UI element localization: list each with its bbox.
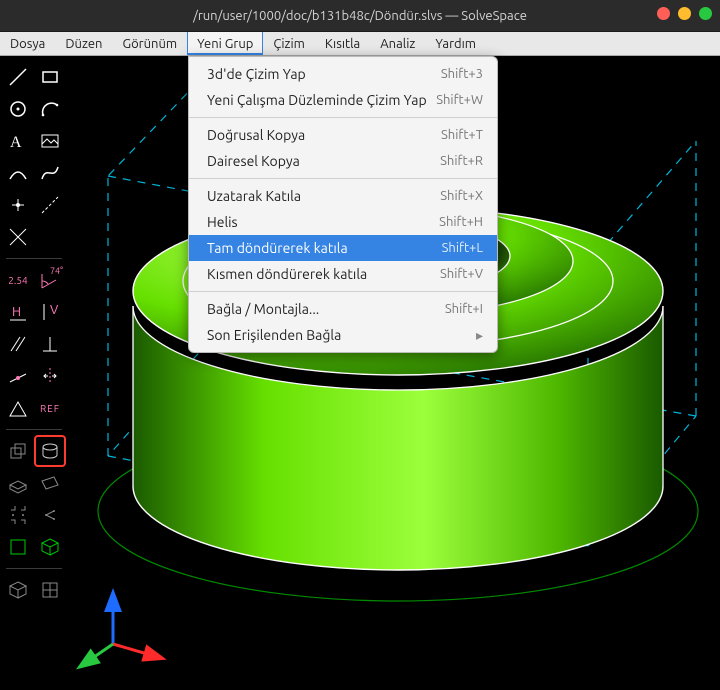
ref-label: REF — [40, 403, 60, 414]
menu-bar: Dosya Düzen Görünüm Yeni Grup Çizim Kısı… — [0, 32, 720, 56]
svg-text:H: H — [12, 305, 21, 319]
dd-linear-copy[interactable]: Doğrusal Kopya Shift+T — [189, 122, 497, 148]
svg-text:A: A — [10, 134, 22, 151]
tool-bezier[interactable] — [35, 158, 65, 188]
toolbar-separator-1 — [6, 258, 62, 259]
tool-isometric[interactable] — [3, 575, 33, 605]
tool-horiz[interactable]: H — [3, 297, 33, 327]
tool-ortho[interactable] — [35, 575, 65, 605]
dd-extrude[interactable]: Uzatarak Katıla Shift+X — [189, 183, 497, 209]
dd-revolve-full[interactable]: Tam döndürerek katıla Shift+L — [189, 235, 497, 261]
tool-text[interactable]: A — [3, 126, 33, 156]
tool-split[interactable] — [3, 222, 33, 252]
toolbar-separator-2 — [6, 429, 62, 430]
tool-line[interactable] — [3, 62, 33, 92]
dd-sep-1 — [189, 117, 497, 118]
toolbar-separator-3 — [6, 568, 62, 569]
maximize-icon[interactable] — [699, 7, 712, 20]
close-icon[interactable] — [657, 7, 670, 20]
tool-rect[interactable] — [35, 62, 65, 92]
menu-file[interactable]: Dosya — [0, 32, 55, 55]
tool-parallel[interactable] — [3, 329, 33, 359]
dd-sep-2 — [189, 178, 497, 179]
menu-analyze[interactable]: Analiz — [370, 32, 425, 55]
tool-step-rotate[interactable] — [35, 500, 65, 530]
tool-dim-angle[interactable]: 74° — [35, 265, 65, 295]
tool-empty1 — [35, 222, 65, 252]
dd-helix[interactable]: Helis Shift+H — [189, 209, 497, 235]
tool-view-iso[interactable] — [35, 532, 65, 562]
tool-extrude[interactable] — [3, 436, 33, 466]
dropdown-new-group: 3d'de Çizim Yap Shift+3 Yeni Çalışma Düz… — [188, 56, 498, 353]
toolbar: A 2.54 74° H V REF — [0, 56, 68, 690]
tool-point[interactable] — [3, 190, 33, 220]
menu-help[interactable]: Yardım — [425, 32, 486, 55]
dd-link[interactable]: Bağla / Montajla... Shift+I — [189, 296, 497, 322]
menu-new-group[interactable]: Yeni Grup — [187, 32, 263, 55]
svg-text:V: V — [50, 303, 59, 317]
tool-vert[interactable]: V — [35, 297, 65, 327]
dd-sep-3 — [189, 291, 497, 292]
tool-view-plane[interactable] — [3, 532, 33, 562]
dd-sketch-3d[interactable]: 3d'de Çizim Yap Shift+3 — [189, 61, 497, 87]
dd-circular-copy[interactable]: Dairesel Kopya Shift+R — [189, 148, 497, 174]
tool-circle[interactable] — [3, 94, 33, 124]
tool-revolve[interactable] — [35, 436, 65, 466]
tool-perpendicular[interactable] — [35, 329, 65, 359]
menu-edit[interactable]: Düzen — [55, 32, 112, 55]
tool-tangent-arc[interactable] — [3, 158, 33, 188]
tool-sketch-plane[interactable] — [35, 468, 65, 498]
tool-ref[interactable]: REF — [35, 393, 65, 423]
tool-symmetric[interactable] — [35, 361, 65, 391]
tool-coincident[interactable] — [3, 361, 33, 391]
window-title: /run/user/1000/doc/b131b48c/Döndür.slvs … — [193, 9, 527, 23]
menu-constrain[interactable]: Kısıtla — [315, 32, 370, 55]
tool-construction[interactable] — [35, 190, 65, 220]
dd-link-recent[interactable]: Son Erişilenden Bağla — [189, 322, 497, 348]
title-bar: /run/user/1000/doc/b131b48c/Döndür.slvs … — [0, 0, 720, 32]
menu-view[interactable]: Görünüm — [112, 32, 187, 55]
tool-sketch-3d[interactable] — [3, 468, 33, 498]
menu-draw[interactable]: Çizim — [263, 32, 315, 55]
dd-revolve-partial[interactable]: Kısmen döndürerek katıla Shift+V — [189, 261, 497, 287]
minimize-icon[interactable] — [678, 7, 691, 20]
axis-triad — [81, 594, 161, 666]
tool-arc[interactable] — [35, 94, 65, 124]
tool-step-translate[interactable] — [3, 500, 33, 530]
tool-image[interactable] — [35, 126, 65, 156]
tool-equal[interactable] — [3, 393, 33, 423]
tool-dim-dist[interactable]: 2.54 — [3, 265, 33, 295]
window-controls — [657, 7, 712, 20]
dd-sketch-workplane[interactable]: Yeni Çalışma Düzleminde Çizim Yap Shift+… — [189, 87, 497, 113]
